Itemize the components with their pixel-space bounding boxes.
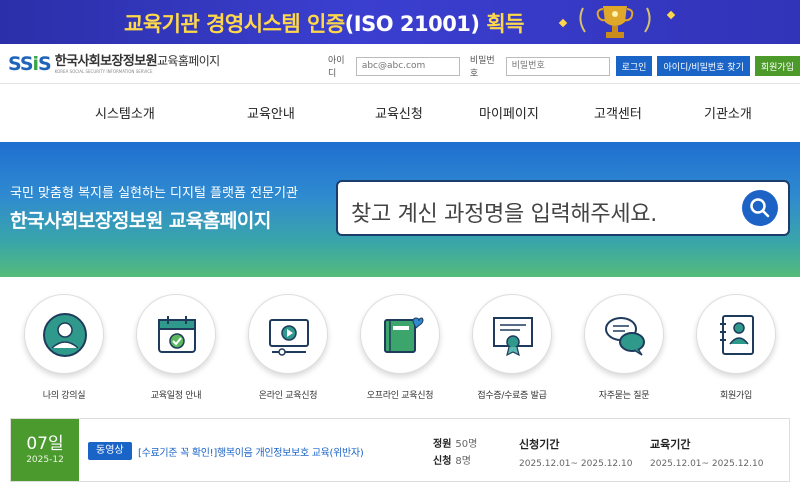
- quick-item-offline-apply[interactable]: 오프라인 교육신청: [350, 294, 450, 401]
- pw-input[interactable]: [505, 56, 610, 76]
- search-placeholder: 찾고 계신 과정명을 입력해주세요.: [351, 202, 657, 227]
- address-book-icon: [720, 315, 754, 355]
- quick-item-certificate[interactable]: 접수증/수료증 발급: [462, 294, 562, 401]
- main-nav: 시스템소개 교육안내 교육신청 마이페이지 고객센터 기관소개: [0, 84, 800, 142]
- apply-period-label: 신청기간: [519, 438, 560, 451]
- site-header: SSiS 한국사회보장정보원교육홈페이지 KOREA SOCIAL SECURI…: [0, 44, 800, 84]
- sparkle-icon: [666, 10, 676, 20]
- pw-label: 비밀번호: [469, 56, 495, 79]
- quick-item-online-apply[interactable]: 온라인 교육신청: [238, 294, 338, 401]
- quick-label: 교육일정 안내: [150, 391, 202, 401]
- apply-period: 신청기간 2025.12.01~ 2025.12.10: [519, 436, 632, 469]
- capacity-value: 50명: [455, 439, 478, 450]
- nav-item-system[interactable]: 시스템소개: [95, 103, 155, 122]
- logo-mark: SSiS: [8, 53, 52, 75]
- certificate-icon: [493, 317, 533, 357]
- login-button[interactable]: 로그인: [615, 56, 653, 76]
- chat-bubbles-icon: [605, 317, 645, 356]
- nav-item-edu-guide[interactable]: 교육안내: [247, 103, 295, 122]
- applied-label: 신청: [433, 456, 452, 467]
- logo-english: KOREA SOCIAL SECURITY INFORMATION SERVIC…: [54, 68, 153, 74]
- quick-item-join[interactable]: 회원가입: [686, 294, 786, 401]
- quick-label: 회원가입: [720, 391, 752, 401]
- trophy-icon: [579, 6, 651, 38]
- login-form: 아이디 비밀번호 로그인 아이디/비밀번호 찾기 회원가입: [328, 53, 800, 79]
- quick-label: 접수증/수료증 발급: [477, 391, 547, 401]
- course-list-item[interactable]: 07일 2025-12 동영상 [수료기준 꼭 확인!]행복이음 개인정보보호 …: [10, 418, 790, 482]
- quick-item-faq[interactable]: 자주묻는 질문: [574, 294, 674, 401]
- quick-item-schedule[interactable]: 교육일정 안내: [126, 294, 226, 401]
- quick-label: 온라인 교육신청: [258, 391, 318, 401]
- logo-sub: 교육홈페이지: [156, 53, 220, 68]
- course-title-link[interactable]: [수료기준 꼭 확인!]행복이음 개인정보보호 교육(위반자): [138, 444, 364, 459]
- capacity-info: 정원 50명: [433, 435, 477, 450]
- hero-section: 국민 맞춤형 복지를 실현하는 디지털 플랫폼 전문기관 한국사회보장정보원 교…: [0, 142, 800, 277]
- edu-period-label: 교육기간: [650, 438, 691, 451]
- quick-label: 오프라인 교육신청: [366, 391, 434, 401]
- course-year-month: 2025-12: [26, 455, 64, 465]
- hero-title: 한국사회보장정보원 교육홈페이지: [10, 210, 271, 232]
- id-label: 아이디: [328, 56, 345, 79]
- date-badge: 07일 2025-12: [11, 419, 79, 481]
- capacity-label: 정원: [433, 439, 452, 450]
- quick-item-my-classroom[interactable]: 나의 강의실: [14, 294, 114, 401]
- applied-value: 8명: [455, 456, 471, 467]
- book-heart-icon: [384, 317, 424, 353]
- search-icon: [750, 198, 770, 218]
- find-account-button[interactable]: 아이디/비밀번호 찾기: [657, 56, 750, 76]
- quick-menu: 나의 강의실 교육일정 안내 온라인 교육신청 오프라인 교육신청 접수증/수료…: [0, 277, 800, 405]
- join-button[interactable]: 회원가입: [754, 56, 800, 76]
- applied-info: 신청 8명: [433, 452, 471, 467]
- course-type-badge: 동영상: [88, 442, 132, 460]
- nav-item-mypage[interactable]: 마이페이지: [479, 103, 539, 122]
- video-play-icon: [269, 319, 309, 356]
- logo-name: 한국사회보장정보원: [54, 53, 158, 69]
- course-search-input[interactable]: 찾고 계신 과정명을 입력해주세요.: [336, 180, 790, 236]
- hero-subtitle: 국민 맞춤형 복지를 실현하는 디지털 플랫폼 전문기관: [10, 186, 298, 201]
- banner-text: 교육기관 경영시스템 인증(ISO 21001) 획득: [124, 12, 524, 36]
- user-circle-icon: [43, 313, 87, 357]
- edu-period-value: 2025.12.01~ 2025.12.10: [650, 459, 764, 469]
- quick-label: 나의 강의실: [42, 391, 86, 401]
- id-input[interactable]: [355, 56, 460, 76]
- nav-item-support[interactable]: 고객센터: [594, 103, 642, 122]
- nav-item-about[interactable]: 기관소개: [704, 103, 752, 122]
- apply-period-value: 2025.12.01~ 2025.12.10: [519, 459, 633, 469]
- quick-label: 자주묻는 질문: [598, 391, 650, 401]
- site-logo[interactable]: SSiS 한국사회보장정보원교육홈페이지 KOREA SOCIAL SECURI…: [8, 53, 220, 75]
- search-button[interactable]: [742, 190, 778, 226]
- course-day: 07일: [26, 434, 64, 454]
- edu-period: 교육기간 2025.12.01~ 2025.12.10: [650, 436, 763, 469]
- calendar-check-icon: [158, 316, 196, 353]
- sparkle-icon: [558, 18, 568, 28]
- promo-banner[interactable]: 교육기관 경영시스템 인증(ISO 21001) 획득: [0, 0, 800, 44]
- nav-item-edu-apply[interactable]: 교육신청: [375, 103, 423, 122]
